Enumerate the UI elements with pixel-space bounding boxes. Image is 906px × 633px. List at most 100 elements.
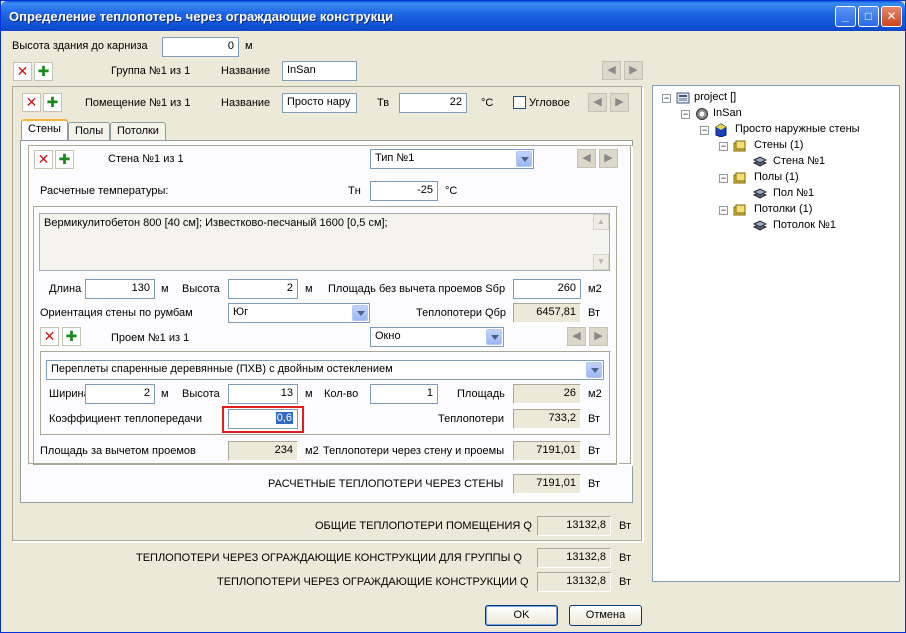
net-area-value: 234: [228, 441, 298, 461]
coef-label: Коэффициент теплопередачи: [49, 413, 203, 425]
room-tv-label: Тв: [377, 97, 390, 109]
collapse-icon[interactable]: −: [700, 126, 709, 135]
total-walls-value: 7191,01: [513, 474, 581, 494]
opening-height-unit: м: [305, 388, 313, 400]
tree-group[interactable]: InSan: [713, 107, 742, 119]
corner-checkbox[interactable]: [513, 96, 526, 109]
add-room-button[interactable]: ✚: [43, 93, 62, 112]
area-gross-label: Площадь без вычета проемов Sбр: [328, 283, 506, 295]
room-name-label: Название: [221, 97, 271, 109]
tree-floors[interactable]: Полы (1): [754, 171, 799, 183]
tree-floor-1[interactable]: Пол №1: [773, 187, 814, 199]
scroll-down-icon[interactable]: ▼: [593, 254, 609, 270]
orientation-label: Ориентация стены по румбам: [40, 307, 193, 319]
length-label: Длина: [49, 283, 82, 295]
tree-room[interactable]: Просто наружные стены: [735, 123, 860, 135]
length-input[interactable]: 130: [85, 279, 155, 299]
construction-select[interactable]: Переплеты спаренные деревянные (ПХВ) с д…: [46, 360, 604, 380]
collapse-icon[interactable]: −: [719, 206, 728, 215]
heatloss-gross-unit: Вт: [588, 307, 601, 319]
orientation-select[interactable]: Юг: [228, 303, 370, 323]
window-title: Определение теплопотерь через ограждающи…: [9, 9, 394, 24]
ok-button[interactable]: OK: [485, 605, 558, 626]
opening-type-select[interactable]: Окно: [370, 327, 504, 347]
tree-ceiling-1[interactable]: Потолок №1: [773, 219, 836, 231]
tab-ceilings[interactable]: Потолки: [110, 122, 166, 141]
tree-project[interactable]: project []: [694, 91, 736, 103]
chevron-down-icon[interactable]: [486, 329, 502, 345]
add-opening-button[interactable]: ✚: [62, 327, 81, 346]
project-tree[interactable]: − project [] − InSan − Просто наружные с…: [652, 85, 900, 582]
add-wall-button[interactable]: ✚: [55, 150, 74, 169]
group-name-label: Название: [221, 65, 271, 77]
group-total-unit: Вт: [619, 552, 632, 564]
wall-next-button[interactable]: ▶: [599, 149, 618, 168]
collapse-icon[interactable]: −: [681, 110, 690, 119]
chevron-down-icon[interactable]: [586, 362, 602, 378]
delete-room-button[interactable]: ✕: [22, 93, 41, 112]
heatloss-gross-value: 6457,81: [513, 303, 581, 323]
add-group-button[interactable]: ✚: [34, 62, 53, 81]
group-total-label: ТЕПЛОПОТЕРИ ЧЕРЕЗ ОГРАЖДАЮЩИЕ КОНСТРУКЦИ…: [136, 552, 522, 564]
materials-memo[interactable]: Вермикулитобетон 800 [40 см]; Известково…: [39, 213, 610, 271]
room-prev-button[interactable]: ◀: [588, 93, 607, 112]
opening-counter: Проем №1 из 1: [111, 332, 190, 344]
tree-walls[interactable]: Стены (1): [754, 139, 803, 151]
ceilings-folder-icon: [733, 204, 746, 216]
opening-height-input[interactable]: 13: [228, 384, 298, 404]
opening-heatloss-label: Теплопотери: [438, 413, 504, 425]
all-total-label: ТЕПЛОПОТЕРИ ЧЕРЕЗ ОГРАЖДАЮЩИЕ КОНСТРУКЦИ…: [217, 576, 529, 588]
group-prev-button[interactable]: ◀: [602, 61, 621, 80]
delete-opening-button[interactable]: ✕: [40, 327, 59, 346]
coef-input[interactable]: 0,6: [228, 409, 298, 429]
wall-item-icon: [753, 156, 767, 167]
room-name-input[interactable]: Просто нару: [282, 93, 357, 113]
collapse-icon[interactable]: −: [662, 94, 671, 103]
area-gross-input[interactable]: 260: [513, 279, 581, 299]
wall-type-select[interactable]: Тип №1: [370, 149, 534, 169]
main-window: Определение теплопотерь через ограждающи…: [0, 0, 906, 633]
chevron-down-icon[interactable]: [516, 151, 532, 167]
delete-group-button[interactable]: ✕: [13, 62, 32, 81]
group-next-button[interactable]: ▶: [624, 61, 643, 80]
wall-height-input[interactable]: 2: [228, 279, 298, 299]
wall-openings-loss-value: 7191,01: [513, 441, 581, 461]
delete-wall-button[interactable]: ✕: [34, 150, 53, 169]
coef-selected-text[interactable]: 0,6: [275, 412, 293, 424]
opening-prev-button[interactable]: ◀: [567, 327, 586, 346]
group-name-input[interactable]: InSan: [282, 61, 357, 81]
opening-height-label: Высота: [182, 388, 220, 400]
collapse-icon[interactable]: −: [719, 174, 728, 183]
room-next-button[interactable]: ▶: [610, 93, 629, 112]
tn-unit: °C: [445, 185, 458, 197]
length-unit: м: [161, 283, 169, 295]
materials-text: Вермикулитобетон 800 [40 см]; Известково…: [44, 217, 388, 229]
opening-next-button[interactable]: ▶: [589, 327, 608, 346]
tree-ceilings[interactable]: Потолки (1): [754, 203, 812, 215]
wall-prev-button[interactable]: ◀: [577, 149, 596, 168]
tree-wall-1[interactable]: Стена №1: [773, 155, 825, 167]
tab-floors[interactable]: Полы: [68, 122, 111, 141]
close-button[interactable]: ✕: [881, 6, 902, 27]
scroll-up-icon[interactable]: ▲: [593, 214, 609, 230]
room-tv-input[interactable]: 22: [399, 93, 467, 113]
net-area-label: Площадь за вычетом проемов: [40, 445, 196, 457]
maximize-button[interactable]: □: [858, 6, 879, 27]
all-total-value: 13132,8: [537, 572, 611, 592]
room-total-unit: Вт: [619, 520, 632, 532]
title-bar[interactable]: Определение теплопотерь через ограждающи…: [1, 1, 905, 31]
cancel-button[interactable]: Отмена: [569, 605, 642, 626]
tn-input[interactable]: -25: [370, 181, 438, 201]
collapse-icon[interactable]: −: [719, 142, 728, 151]
wall-height-label: Высота: [182, 283, 220, 295]
minimize-button[interactable]: _: [835, 6, 856, 27]
room-icon: [715, 123, 727, 137]
opening-count-input[interactable]: 1: [370, 384, 438, 404]
building-height-input[interactable]: 0: [162, 37, 239, 57]
materials-scrollbar[interactable]: ▲ ▼: [593, 214, 609, 270]
opening-width-input[interactable]: 2: [85, 384, 155, 404]
tab-walls[interactable]: Стены: [21, 119, 68, 140]
group-counter: Группа №1 из 1: [111, 65, 191, 77]
chevron-down-icon[interactable]: [352, 305, 368, 321]
wall-counter: Стена №1 из 1: [108, 153, 184, 165]
